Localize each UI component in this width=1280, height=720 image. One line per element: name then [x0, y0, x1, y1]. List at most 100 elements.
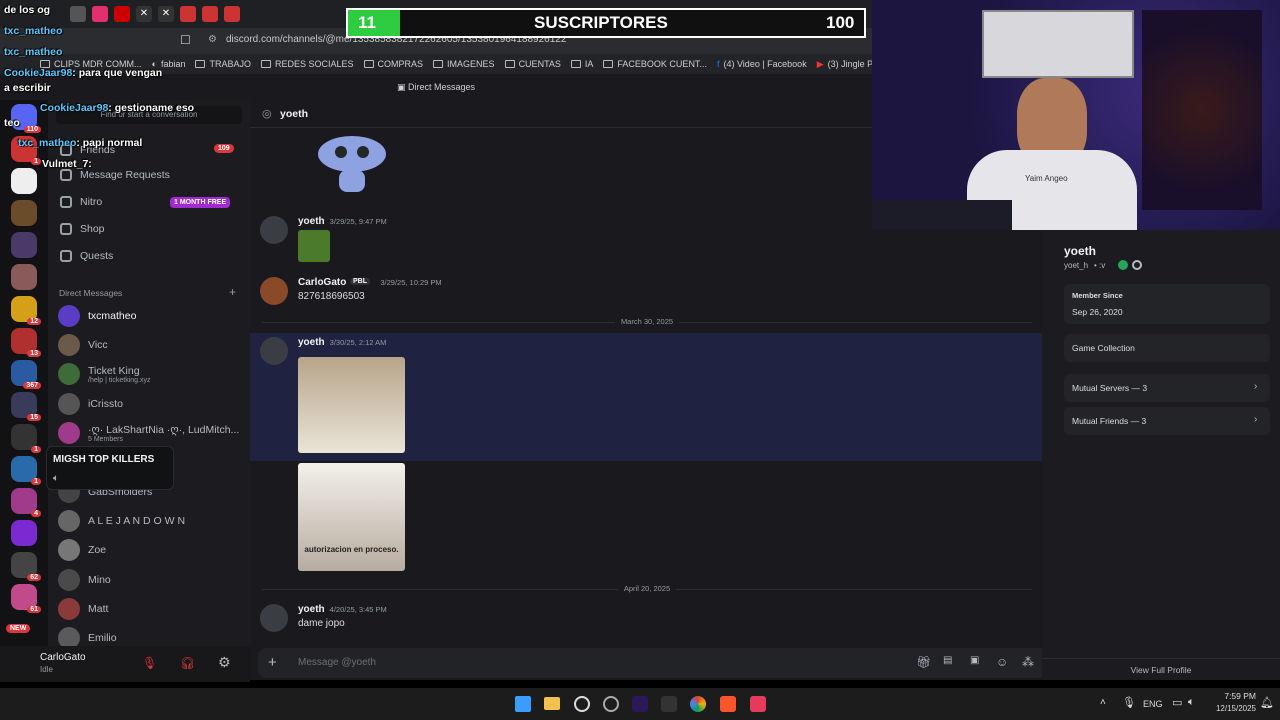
add-attachment-icon[interactable]: +	[268, 654, 277, 671]
server-icon[interactable]	[11, 232, 37, 258]
server-icon[interactable]: 4	[11, 488, 41, 517]
at-icon: ◎	[262, 108, 272, 120]
dm-item[interactable]: Matt	[58, 596, 244, 622]
shirt-text: Yaim Angeo	[1025, 174, 1068, 183]
dm-item[interactable]: Mino	[58, 567, 244, 593]
app-icon[interactable]	[574, 696, 590, 712]
avatar	[58, 363, 80, 385]
notification-icon[interactable]: 🔔︎	[1260, 696, 1274, 709]
bookmark-item[interactable]: IA	[570, 59, 593, 69]
server-icon[interactable]: 1	[11, 456, 41, 485]
tiktok-icon[interactable]	[750, 696, 766, 712]
avatar[interactable]	[260, 277, 288, 305]
nav-label: Nitro	[80, 196, 103, 208]
gift-icon[interactable]: 🎁︎	[916, 655, 931, 669]
server-icon[interactable]: 1	[11, 424, 41, 453]
bookmark-item[interactable]: IMAGENES	[433, 59, 495, 69]
chat-line: CookieJaar98: para que vengan	[4, 67, 162, 79]
chat-username: txc_matheo	[4, 46, 63, 58]
server-icon[interactable]: 12	[11, 296, 41, 325]
language-indicator[interactable]: ENG	[1143, 699, 1163, 709]
sticker-icon[interactable]: ▣	[970, 655, 979, 666]
image-attachment[interactable]: autorizacion en proceso.	[298, 463, 405, 571]
server-icon[interactable]: 367	[11, 360, 41, 389]
microphone-icon[interactable]: 🎙︎	[1122, 696, 1136, 709]
dm-item[interactable]: ·ღ· LakShartNia ·ღ·, LudMitch... 5 Member…	[58, 420, 244, 446]
volume-icon[interactable]: 🔈︎	[1188, 696, 1195, 709]
dm-item[interactable]: A L E J A N D O W N	[58, 508, 244, 534]
author-name[interactable]: yoeth	[298, 216, 325, 227]
nav-quests[interactable]: Quests	[60, 250, 113, 262]
message-input[interactable]: + Message @yoeth 🎁︎ ▤ ▣ ☺ ⁂	[258, 648, 1048, 678]
dm-item[interactable]: txcmatheo	[58, 303, 244, 329]
dm-name: Mino	[88, 574, 111, 586]
dm-item[interactable]: Vicc	[58, 332, 244, 358]
file-explorer-icon[interactable]	[544, 697, 560, 710]
bookmark-item[interactable]: COMPRAS	[363, 59, 423, 69]
chevron-up-icon[interactable]: ˄	[1100, 697, 1106, 708]
game-collection-card[interactable]: Game Collection	[1064, 334, 1270, 362]
avatar[interactable]	[260, 216, 288, 244]
mic-muted-icon[interactable]: 🎙︎	[142, 656, 157, 670]
date-divider: March 30, 2025	[262, 317, 1032, 326]
author-name[interactable]: yoeth	[298, 604, 325, 615]
start-icon[interactable]	[515, 696, 531, 712]
image-attachment[interactable]	[298, 230, 330, 262]
headset-muted-icon[interactable]: 🎧︎	[180, 656, 195, 670]
bookmark-item[interactable]: REDES SOCIALES	[261, 59, 354, 69]
mutual-servers-label: Mutual Servers — 3	[1072, 383, 1148, 393]
create-dm-button[interactable]: +	[229, 285, 236, 299]
premiere-icon[interactable]	[632, 696, 648, 712]
gif-icon[interactable]: ▤	[943, 655, 952, 666]
chat-line: txc_matheo	[4, 46, 62, 58]
avatar[interactable]	[260, 604, 288, 632]
apps-icon[interactable]: ⁂	[1022, 655, 1034, 669]
folder-icon	[433, 60, 444, 68]
chrome-icon[interactable]	[690, 696, 706, 712]
chat-username: Vulmet_7	[42, 158, 89, 170]
brave-icon[interactable]	[720, 696, 736, 712]
view-full-profile-button[interactable]: View Full Profile	[1042, 658, 1280, 680]
chat-text: : gestioname eso	[108, 102, 195, 114]
bookmark-item[interactable]: FACEBOOK CUENT...	[603, 59, 707, 69]
server-icon[interactable]: 61	[11, 584, 41, 613]
badge-icon	[1118, 260, 1128, 270]
shop-icon	[60, 223, 72, 235]
nav-nitro[interactable]: Nitro	[60, 196, 102, 208]
bookmark-item[interactable]: CUENTAS	[504, 59, 561, 69]
bookmark-item[interactable]: f (4) Video | Facebook	[717, 59, 807, 69]
app-icon[interactable]	[661, 696, 677, 712]
chat-line: Vulmet_7:	[42, 158, 92, 170]
image-attachment[interactable]	[298, 357, 405, 453]
server-icon[interactable]	[11, 520, 37, 546]
profile-username: yoet_h	[1064, 261, 1089, 270]
chat-username: CookieJaar98	[4, 67, 73, 79]
clock-time[interactable]: 7:59 PM	[1210, 691, 1256, 701]
server-icon[interactable]: 62	[11, 552, 41, 581]
user-name: CarloGato	[40, 652, 86, 663]
author-name[interactable]: yoeth	[298, 337, 325, 348]
timestamp: 4/20/25, 3:45 PM	[329, 605, 387, 614]
nav-shop[interactable]: Shop	[60, 223, 105, 235]
server-icon[interactable]: 13	[11, 328, 41, 357]
server-icon[interactable]	[11, 200, 37, 226]
dm-item[interactable]: iCrissto	[58, 391, 244, 417]
emoji-icon[interactable]: ☺	[996, 655, 1008, 669]
dm-item[interactable]: Ticket King/help | ticketking.xyz	[58, 361, 244, 387]
chat-line: txc_matheo: papi normal	[18, 137, 142, 149]
author-name[interactable]: CarloGato	[298, 277, 346, 288]
dm-subtext: /help | ticketking.xyz	[88, 376, 151, 384]
avatar[interactable]	[260, 337, 288, 365]
mutual-friends-button[interactable]: Mutual Friends — 3 ›	[1064, 407, 1270, 435]
network-icon[interactable]: ▭	[1172, 696, 1182, 709]
server-icon[interactable]: 15	[11, 392, 41, 421]
clock-date[interactable]: 12/15/2025	[1206, 704, 1256, 713]
server-icon[interactable]	[11, 264, 37, 290]
bookmark-item[interactable]: ▶(3) Jingle Pun	[817, 59, 872, 70]
gear-icon[interactable]: ⚙	[218, 654, 231, 671]
folder-icon	[603, 60, 614, 68]
settings-icon[interactable]	[603, 696, 619, 712]
mutual-servers-button[interactable]: Mutual Servers — 3 ›	[1064, 374, 1270, 402]
nav-label: Shop	[80, 223, 105, 235]
dm-item[interactable]: Zoe	[58, 537, 244, 563]
